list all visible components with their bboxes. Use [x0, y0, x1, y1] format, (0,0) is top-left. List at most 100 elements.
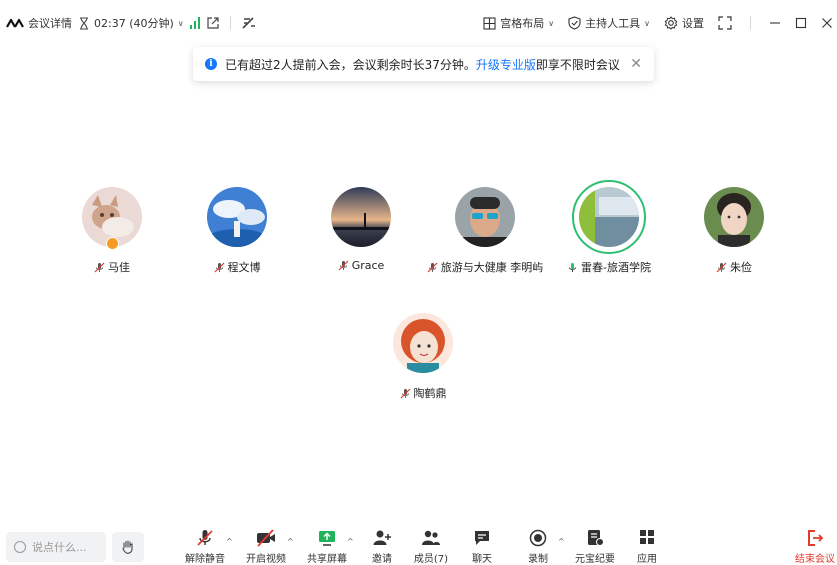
fullscreen-icon[interactable]	[718, 16, 732, 30]
whiteboard-icon[interactable]	[241, 16, 257, 30]
end-meeting-button[interactable]: 结束会议	[795, 529, 835, 565]
timer-label: 02:37 (40分钟)	[94, 17, 174, 30]
participant-name-row: 程文博	[214, 259, 261, 275]
host-tools-label: 主持人工具	[585, 17, 641, 30]
meeting-window: 会议详情 02:37 (40分钟) ∨ 宫格布局 ∨ 主持人工具 ∨ 设置 i …	[0, 0, 837, 565]
participant-tile[interactable]: 陶鹤鼎	[358, 313, 488, 401]
external-link-icon[interactable]	[206, 16, 220, 30]
host-badge-icon	[106, 237, 119, 250]
participant-name: 程文博	[227, 261, 261, 274]
grid-layout-icon	[483, 16, 496, 30]
start-video-button[interactable]: 开启视频	[236, 529, 296, 565]
chat-icon	[475, 531, 489, 545]
participant-tile[interactable]: 旅游与大健康 李明屿	[420, 187, 550, 275]
minutes-button[interactable]: 元宝纪要	[565, 529, 625, 565]
chat-button[interactable]: 聊天	[452, 529, 512, 565]
top-bar: 会议详情 02:37 (40分钟) ∨ 宫格布局 ∨ 主持人工具 ∨ 设置	[0, 8, 837, 38]
apps-icon	[640, 530, 654, 544]
close-icon[interactable]	[821, 17, 833, 29]
record-icon	[529, 529, 547, 547]
participant-name-row: 雷春-旅酒学院	[567, 259, 651, 275]
participant-name: 朱俭	[730, 261, 752, 274]
participant-tile[interactable]: 朱俭	[669, 187, 799, 275]
timer-button[interactable]: 02:37 (40分钟) ∨	[78, 15, 184, 31]
time-limit-notice: i 已有超过2人提前入会，会议剩余时长37分钟。 升级专业版 即享不限时会议 ✕	[193, 47, 654, 81]
chevron-down-icon: ∨	[644, 18, 650, 28]
mic-active-icon	[569, 262, 576, 272]
layout-button[interactable]: 宫格布局 ∨	[483, 15, 554, 31]
layout-label: 宫格布局	[500, 17, 545, 30]
unmute-button[interactable]: 解除静音	[175, 529, 235, 565]
avatar	[704, 187, 764, 247]
avatar	[393, 313, 453, 373]
participant-name-row: 旅游与大健康 李明屿	[427, 259, 544, 275]
participant-name: 马佳	[108, 261, 130, 274]
network-signal-icon[interactable]	[189, 17, 200, 29]
mic-muted-icon	[338, 260, 349, 271]
minimize-icon[interactable]	[769, 17, 781, 29]
mic-muted-icon	[427, 262, 438, 272]
chat-placeholder: 说点什么...	[32, 541, 87, 554]
maximize-icon[interactable]	[795, 17, 807, 29]
mic-muted-icon	[716, 262, 727, 272]
hand-icon	[122, 540, 133, 554]
bottom-toolbar: 说点什么... 解除静音 ^ 开启视频 ^ 共享屏幕 ^ 邀请 成员(7) 聊天…	[0, 523, 837, 565]
camera-off-icon	[257, 529, 275, 547]
tencent-meeting-logo-icon	[6, 18, 24, 28]
chat-quick-input[interactable]: 说点什么...	[6, 532, 106, 562]
info-icon: i	[205, 58, 217, 70]
upgrade-link[interactable]: 升级专业版	[476, 56, 536, 73]
participant-name: 陶鹤鼎	[413, 387, 447, 400]
participant-name-row: 马佳	[94, 259, 130, 275]
gear-icon	[664, 16, 678, 30]
mic-muted-icon	[214, 262, 224, 272]
host-tools-button[interactable]: 主持人工具 ∨	[568, 15, 650, 31]
participant-name: 旅游与大健康 李明屿	[440, 261, 544, 274]
participant-tile[interactable]: 马佳	[47, 187, 177, 275]
close-icon[interactable]: ✕	[630, 56, 642, 72]
settings-label: 设置	[682, 17, 704, 30]
share-screen-icon	[319, 531, 335, 546]
apps-label: 应用	[637, 554, 657, 565]
unmute-label: 解除静音	[185, 554, 225, 565]
mic-muted-icon	[94, 262, 105, 272]
avatar	[331, 187, 391, 247]
settings-button[interactable]: 设置	[664, 15, 704, 31]
meeting-details-label: 会议详情	[28, 17, 72, 30]
participant-tile-active-speaker[interactable]: 雷春-旅酒学院	[544, 180, 674, 275]
members-label: 成员(7)	[413, 554, 449, 565]
participant-tile[interactable]: Grace	[296, 187, 426, 272]
chevron-up-icon[interactable]: ^	[558, 537, 565, 546]
emoji-icon	[14, 541, 26, 553]
participant-name: 雷春-旅酒学院	[581, 261, 651, 274]
participant-name-row: 陶鹤鼎	[400, 385, 447, 401]
apps-button[interactable]: 应用	[617, 529, 677, 565]
end-meeting-label: 结束会议	[795, 554, 835, 565]
shield-icon	[568, 16, 581, 30]
chevron-up-icon[interactable]: ^	[226, 537, 233, 546]
chevron-down-icon: ∨	[177, 18, 184, 28]
participant-name-row: 朱俭	[716, 259, 752, 275]
meeting-details-button[interactable]: 会议详情	[6, 15, 72, 31]
participant-name: Grace	[351, 259, 385, 272]
avatar	[579, 187, 639, 247]
chat-label: 聊天	[472, 554, 492, 565]
invite-label: 邀请	[372, 554, 392, 565]
mic-muted-icon	[197, 530, 213, 546]
chevron-up-icon[interactable]: ^	[287, 537, 294, 546]
avatar	[455, 187, 515, 247]
divider	[229, 16, 231, 30]
record-button[interactable]: 录制	[508, 529, 568, 565]
hourglass-icon	[80, 16, 88, 30]
exit-icon	[808, 530, 824, 546]
share-screen-button[interactable]: 共享屏幕	[297, 529, 357, 565]
divider	[750, 16, 751, 30]
minutes-label: 元宝纪要	[575, 554, 615, 565]
start-video-label: 开启视频	[246, 554, 286, 565]
participant-tile[interactable]: 程文博	[172, 187, 302, 275]
raise-hand-button[interactable]	[112, 532, 144, 562]
avatar	[207, 187, 267, 247]
chevron-down-icon: ∨	[548, 18, 555, 28]
notice-text: 已有超过2人提前入会，会议剩余时长37分钟。	[225, 57, 476, 72]
minutes-icon	[588, 530, 604, 546]
